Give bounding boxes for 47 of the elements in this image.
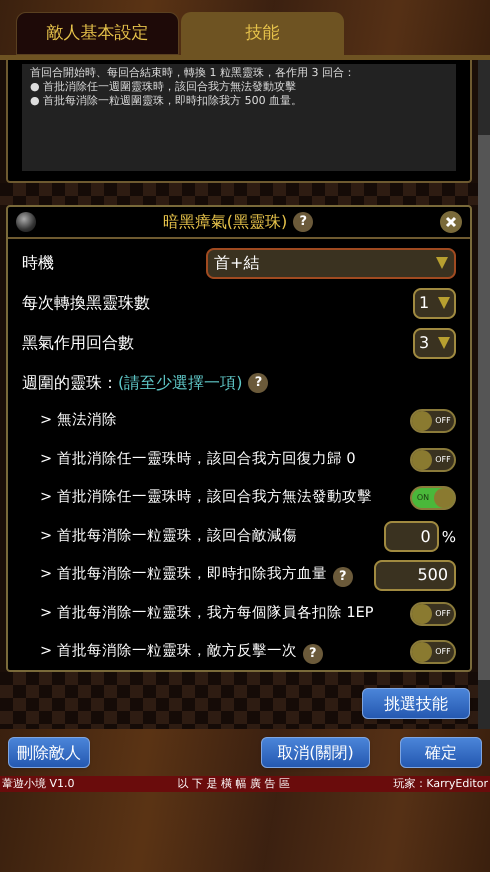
toggle-switch[interactable]: OFF bbox=[410, 602, 456, 626]
dropdown[interactable]: 1 bbox=[413, 288, 456, 318]
toggle-switch[interactable]: OFF bbox=[410, 409, 456, 434]
field-label: 每次轉換黑靈珠數 bbox=[22, 292, 150, 314]
caret-icon bbox=[438, 336, 450, 350]
description-text: ● 首批每消除一粒週圍靈珠，即時扣除我方 500 血量。 bbox=[30, 94, 304, 108]
tab[interactable]: 技能 bbox=[181, 12, 344, 55]
percent-field[interactable]: 0 bbox=[384, 521, 439, 552]
scrollbar[interactable] bbox=[478, 60, 490, 729]
number-field[interactable]: 500 bbox=[374, 560, 456, 591]
toggle-switch[interactable]: ON bbox=[410, 486, 456, 510]
dialog-title: 暗黑瘴氣(黑靈珠) bbox=[162, 210, 288, 233]
help-button[interactable]: ? bbox=[248, 372, 268, 392]
action-button[interactable]: 確定 bbox=[400, 737, 482, 768]
option-label: > 無法消除 bbox=[40, 411, 117, 430]
help-button[interactable]: ? bbox=[332, 567, 353, 587]
toggle-switch[interactable]: OFF bbox=[410, 448, 456, 472]
action-button[interactable]: 取消(關閉) bbox=[261, 737, 370, 768]
player-name: 玩家：KarryEditor bbox=[393, 776, 488, 792]
ad-banner-text: 以 下 是 橫 幅 廣 告 區 bbox=[178, 776, 290, 792]
action-button[interactable]: 刪除敵人 bbox=[8, 737, 90, 768]
option-label: > 首批每消除一粒靈珠，我方每個隊員各扣除 1EP bbox=[40, 604, 374, 623]
option-label: > 首批每消除一粒靈珠，即時扣除我方血量 bbox=[40, 564, 327, 584]
description-text: ● 首批消除任一週圍靈珠時，該回合我方無法發動攻擊 bbox=[30, 80, 298, 94]
dropdown[interactable]: 首+結 bbox=[206, 248, 456, 278]
section-note: (請至少選擇一項) bbox=[118, 372, 242, 394]
app-version: 葦遊小境 V1.0 bbox=[2, 776, 75, 792]
action-button[interactable]: 挑選技能 bbox=[362, 688, 470, 719]
help-button[interactable]: ? bbox=[293, 212, 314, 232]
caret-icon bbox=[436, 256, 448, 270]
field-label: 黑氣作用回合數 bbox=[22, 332, 134, 354]
toggle-switch[interactable]: OFF bbox=[410, 640, 456, 664]
description-text: 首回合開始時、每回合結束時，轉換 1 粒黑靈珠，各作用 3 回合： bbox=[30, 66, 356, 80]
dropdown[interactable]: 3 bbox=[413, 328, 456, 358]
section-label: 週圍的靈珠： bbox=[22, 372, 118, 394]
unit-label: % bbox=[442, 526, 456, 548]
help-button[interactable]: ? bbox=[302, 644, 323, 664]
orb-icon bbox=[16, 212, 36, 232]
close-button[interactable] bbox=[440, 210, 462, 233]
field-label: 時機 bbox=[22, 252, 54, 274]
option-label: > 首批每消除一粒靈珠，該回合敵減傷 bbox=[40, 526, 297, 546]
close-icon bbox=[445, 216, 457, 228]
option-label: > 首批消除任一靈珠時，該回合我方無法發動攻擊 bbox=[40, 488, 372, 508]
caret-icon bbox=[438, 296, 450, 310]
option-label: > 首批每消除一粒靈珠，敵方反擊一次 bbox=[40, 642, 297, 662]
option-label: > 首批消除任一靈珠時，該回合我方回復力歸 0 bbox=[40, 450, 356, 469]
tab[interactable]: 敵人基本設定 bbox=[16, 12, 179, 55]
